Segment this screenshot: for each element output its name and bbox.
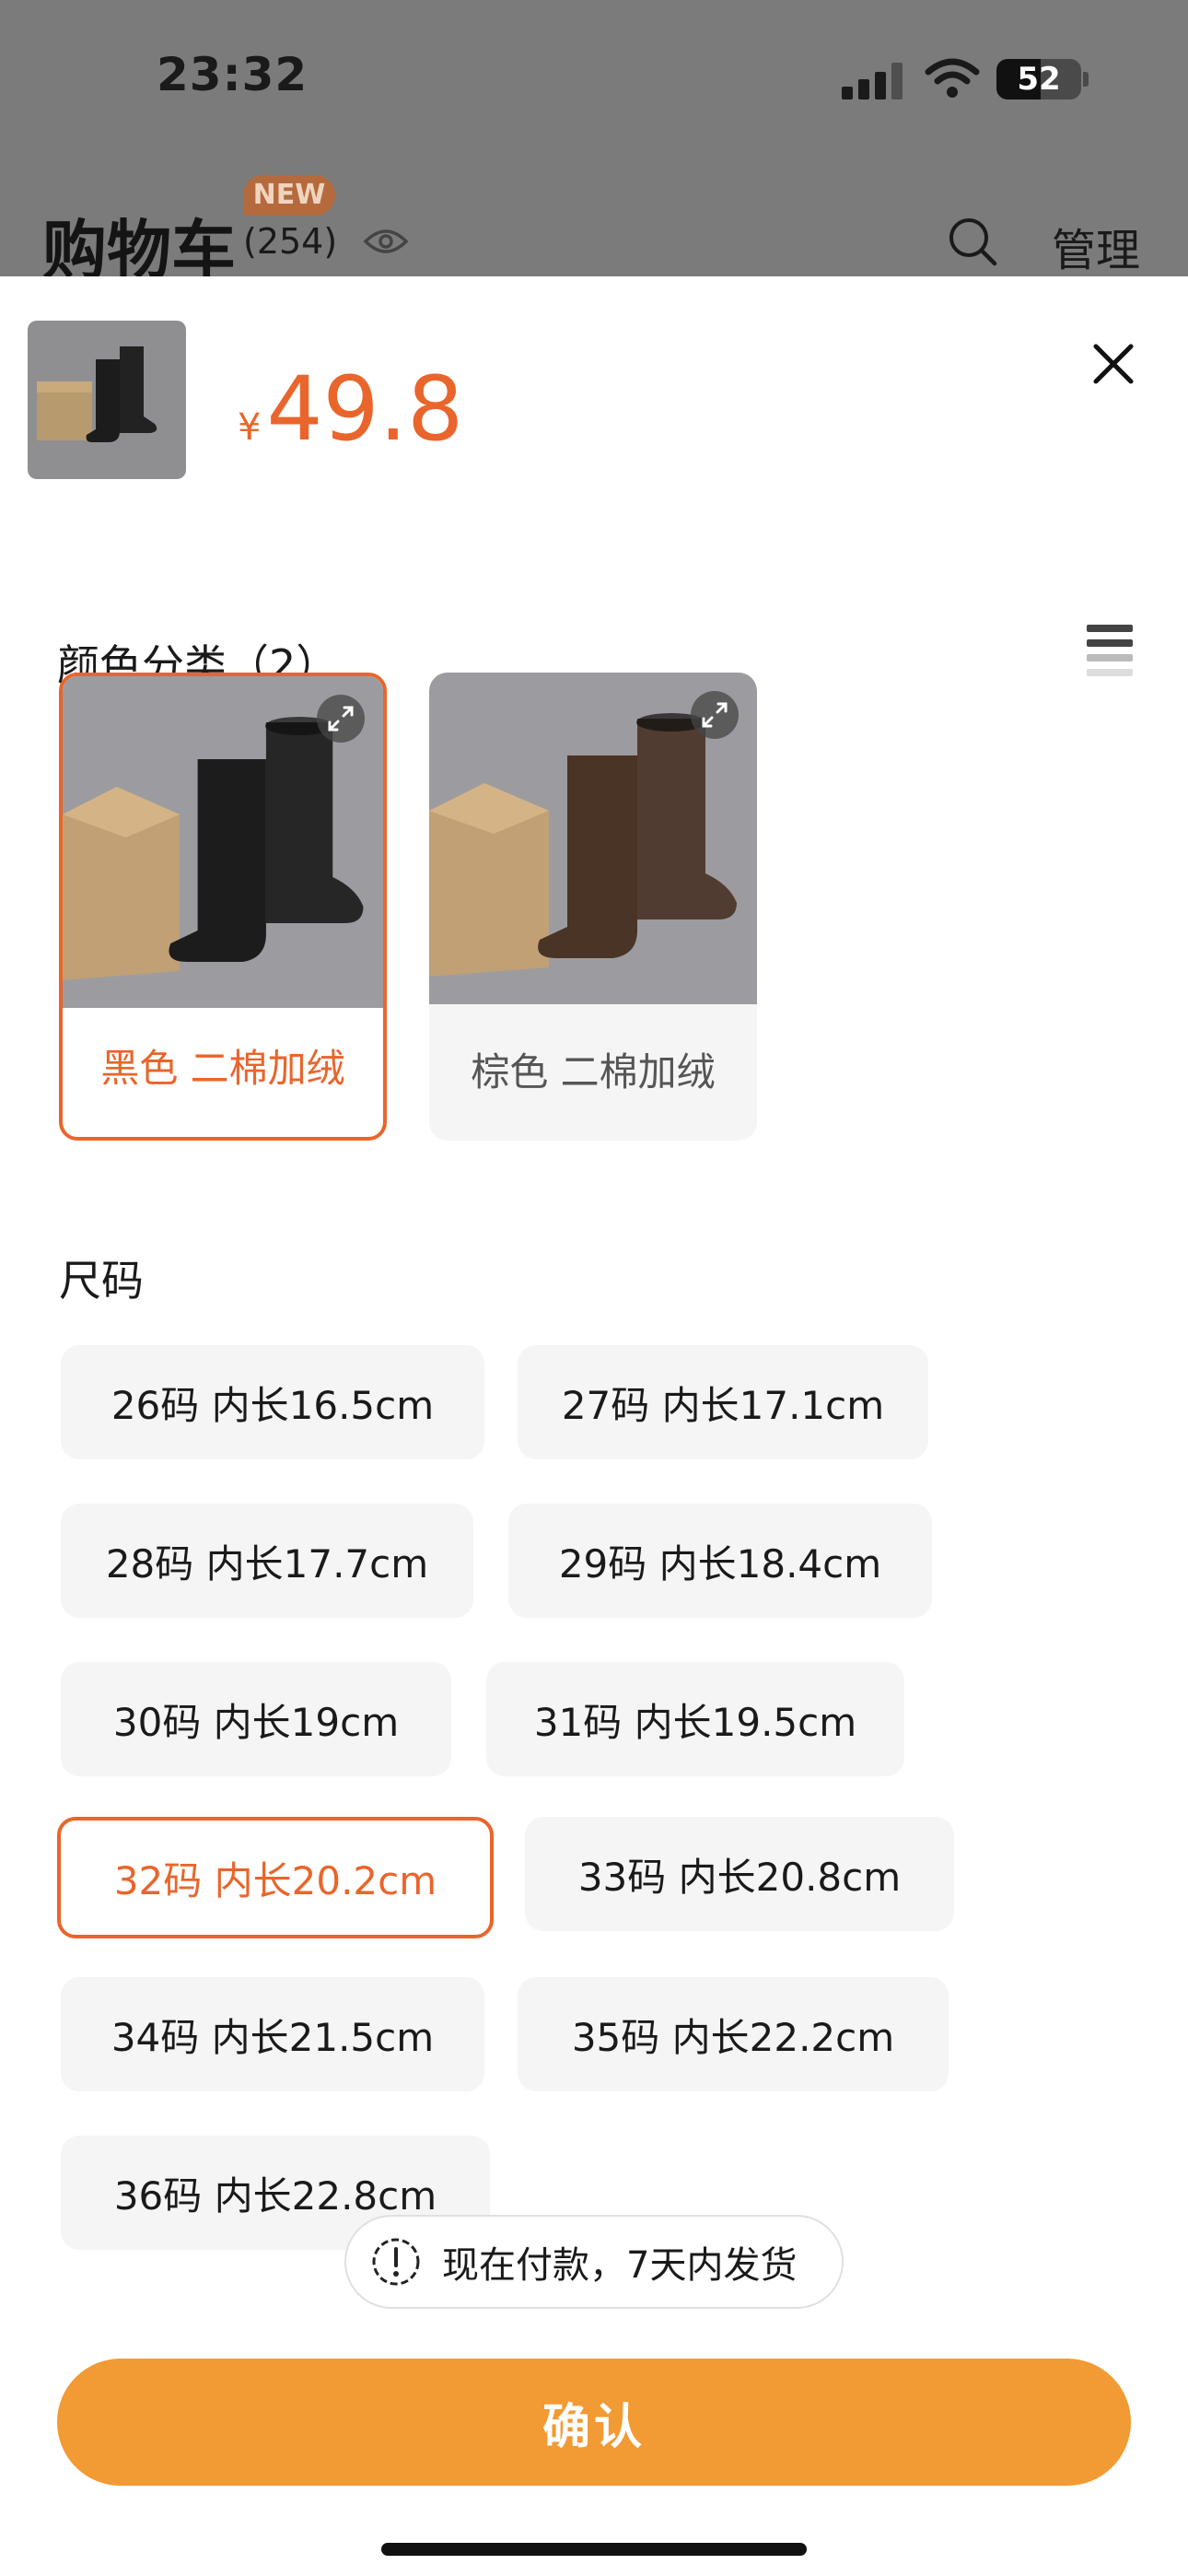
new-badge: NEW xyxy=(243,175,335,216)
product-price: ¥49.8 xyxy=(238,357,463,461)
cellular-signal-icon xyxy=(842,63,903,100)
notice-text: 现在付款，7天内发货 xyxy=(442,2244,798,2287)
home-indicator[interactable] xyxy=(381,2543,807,2556)
product-thumbnail[interactable] xyxy=(28,321,186,479)
sku-selection-sheet: ¥49.8 颜色分类（2） 黑色 二棉加绒 棕色 二棉加绒 尺码 26码 内长16… xyxy=(0,276,1188,2576)
size-option-10[interactable]: 35码 内长22.2cm xyxy=(518,1977,949,2091)
cart-count: (254) xyxy=(243,221,338,262)
size-option-7[interactable]: 32码 内长20.2cm xyxy=(57,1817,494,1938)
size-section-label: 尺码 xyxy=(59,1256,144,1306)
eye-icon[interactable] xyxy=(363,225,409,258)
manage-button[interactable]: 管理 xyxy=(1052,214,1140,278)
battery-icon: 52 xyxy=(996,59,1081,100)
size-option-8[interactable]: 33码 内长20.8cm xyxy=(525,1817,954,1931)
currency-symbol: ¥ xyxy=(238,406,262,449)
expand-icon[interactable] xyxy=(691,691,739,739)
size-option-1[interactable]: 26码 内长16.5cm xyxy=(61,1345,484,1459)
color-option-label: 黑色 二棉加绒 xyxy=(100,1046,345,1091)
color-option-2[interactable]: 棕色 二棉加绒 xyxy=(429,673,757,1141)
status-time: 23:32 xyxy=(157,48,309,101)
confirm-button[interactable]: 确认 xyxy=(57,2359,1131,2486)
cart-page-backdrop[interactable]: 23:32 52 购物车 NEW (254) 管理 xyxy=(0,0,1188,288)
shipping-notice: 现在付款，7天内发货 xyxy=(344,2215,844,2309)
price-value: 49.8 xyxy=(266,357,464,461)
size-option-2[interactable]: 27码 内长17.1cm xyxy=(518,1345,928,1459)
color-option-1[interactable]: 黑色 二棉加绒 xyxy=(59,673,387,1141)
close-icon[interactable] xyxy=(1090,341,1136,387)
size-option-6[interactable]: 31码 内长19.5cm xyxy=(486,1662,904,1776)
list-view-icon[interactable] xyxy=(1087,625,1133,676)
expand-icon[interactable] xyxy=(317,695,365,743)
search-icon[interactable] xyxy=(947,216,998,267)
size-option-4[interactable]: 29码 内长18.4cm xyxy=(508,1504,932,1618)
wifi-icon xyxy=(925,58,980,98)
info-alert-icon xyxy=(372,2238,420,2286)
size-option-3[interactable]: 28码 内长17.7cm xyxy=(61,1504,473,1618)
battery-tip xyxy=(1083,72,1089,87)
battery-level: 52 xyxy=(1017,61,1061,98)
size-option-5[interactable]: 30码 内长19cm xyxy=(61,1662,451,1776)
color-option-label: 棕色 二棉加绒 xyxy=(471,1049,716,1095)
size-option-9[interactable]: 34码 内长21.5cm xyxy=(61,1977,484,2091)
